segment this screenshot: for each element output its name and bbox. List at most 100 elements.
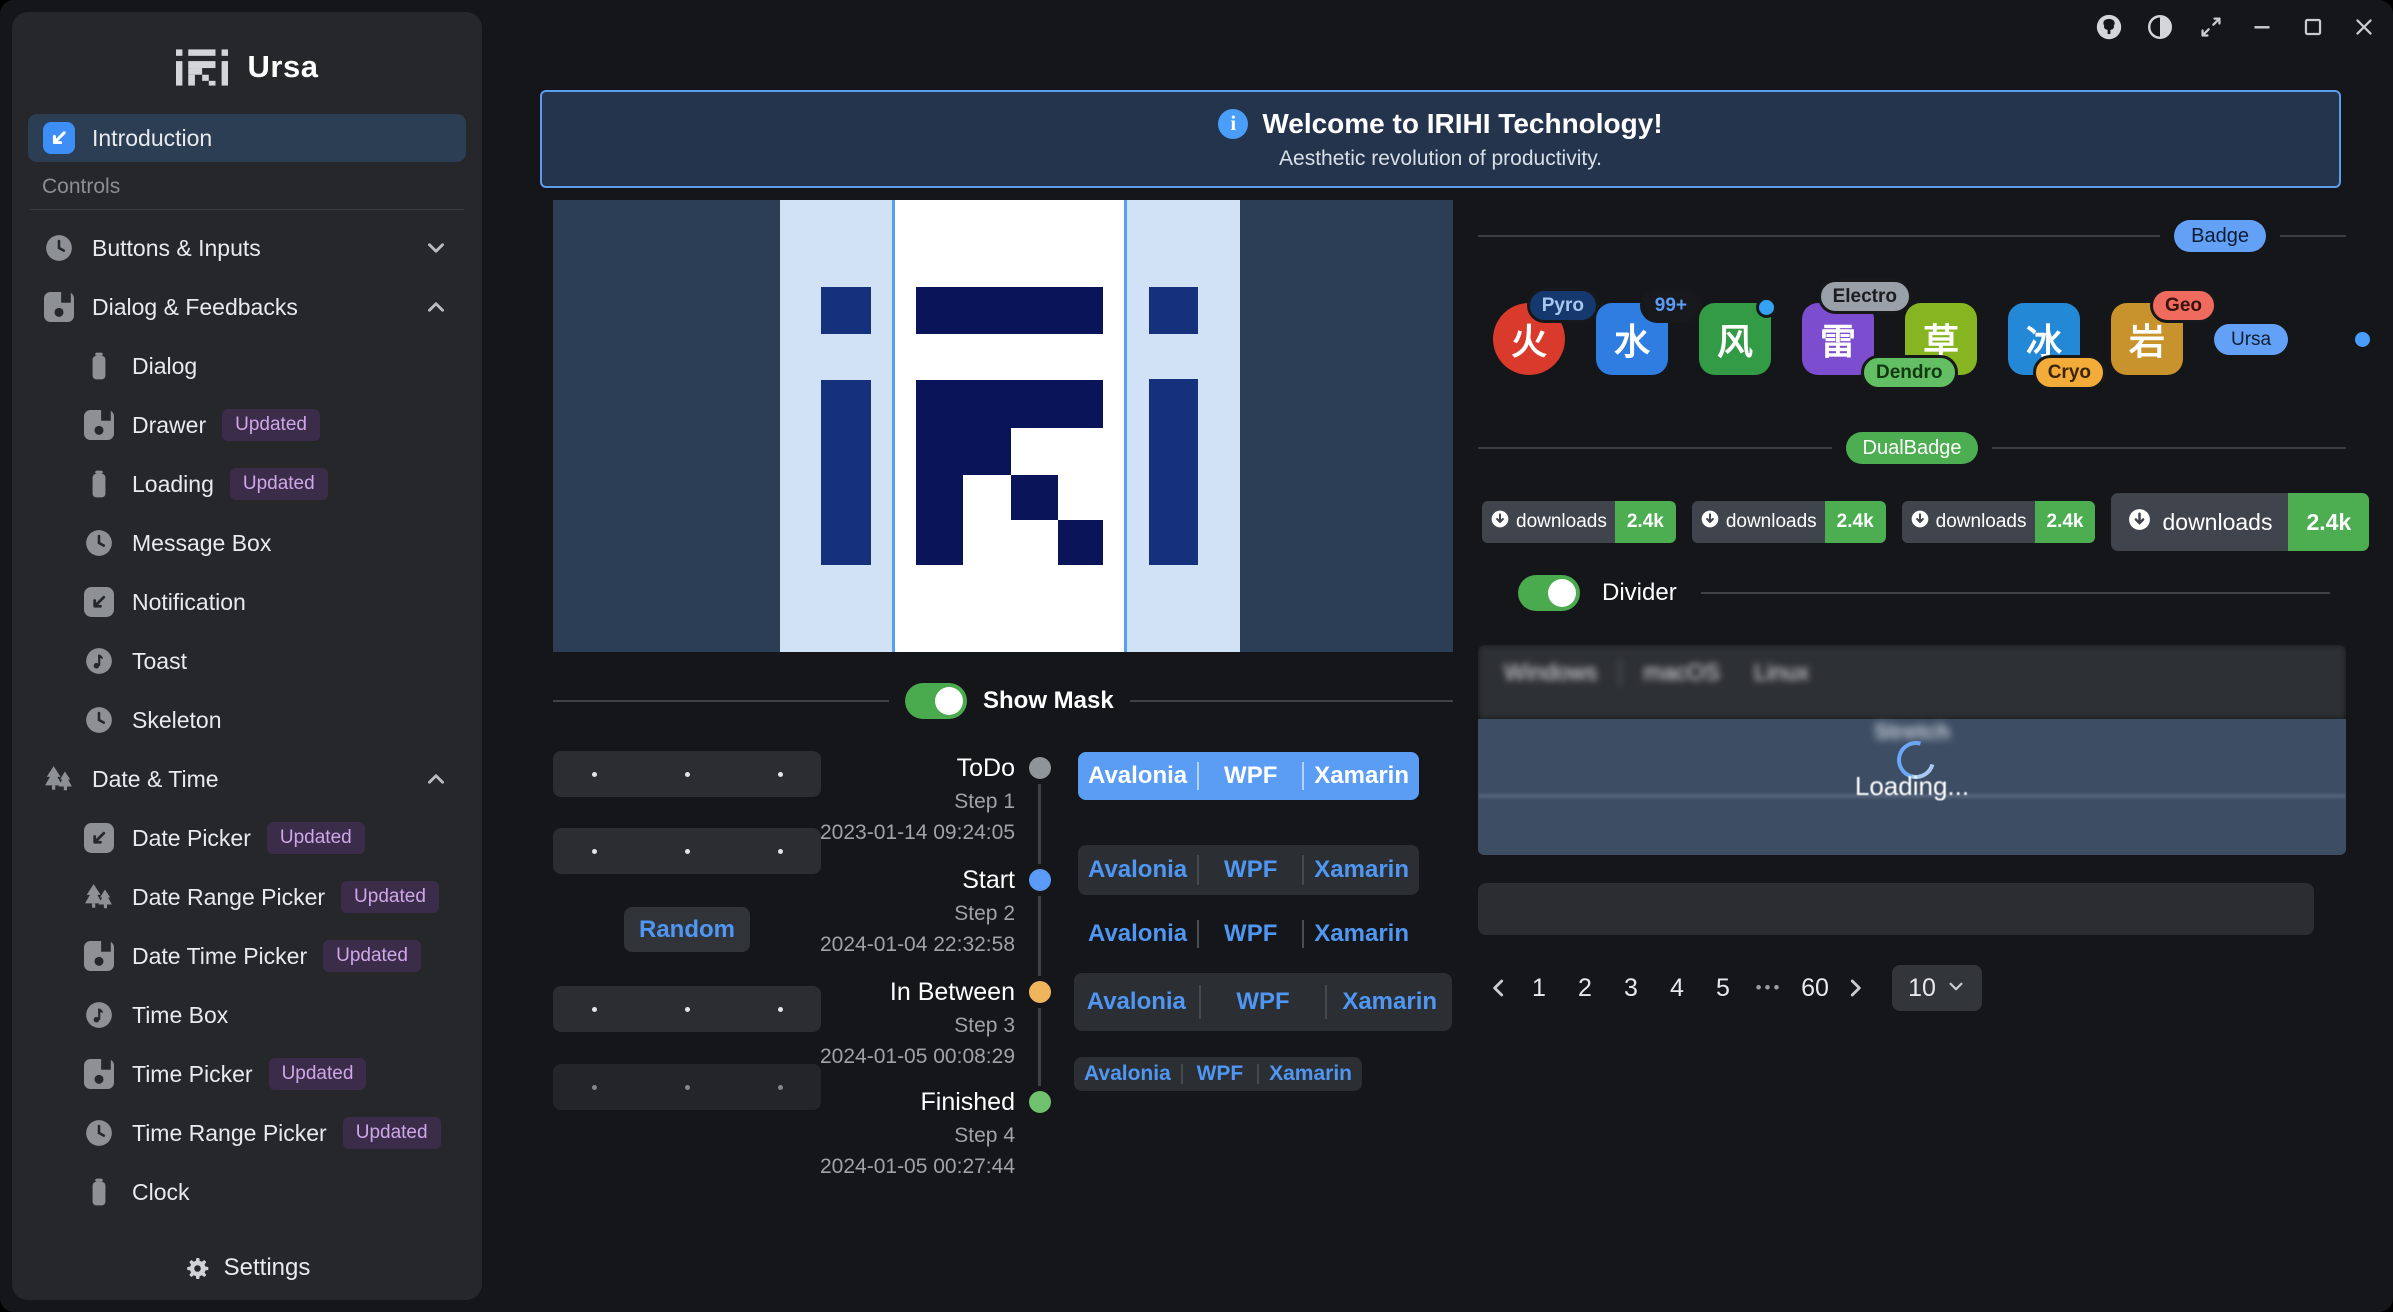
updated-badge: Updated xyxy=(267,822,365,854)
divider-toggle[interactable] xyxy=(1518,575,1580,611)
option-wpf[interactable]: WPF xyxy=(1199,856,1302,884)
option-xamarin[interactable]: Xamarin xyxy=(1327,988,1452,1016)
standalone-dot-badge xyxy=(2355,332,2370,347)
demo-grid: Random ToDoStep 12023-01-14 09:24:05Star… xyxy=(553,740,1460,1250)
battery-icon xyxy=(82,1175,116,1209)
downloads-label: downloads xyxy=(1726,511,1817,533)
sidebar-item-skeleton[interactable]: Skeleton xyxy=(28,696,466,744)
option-wpf[interactable]: WPF xyxy=(1201,988,1326,1016)
tab-windows[interactable]: Windows xyxy=(1494,655,1607,690)
theme-toggle-icon[interactable] xyxy=(2143,10,2177,44)
page-3[interactable]: 3 xyxy=(1608,974,1654,1003)
option-avalonia[interactable]: Avalonia xyxy=(1074,1062,1181,1086)
sidebar-item-label: Message Box xyxy=(132,530,271,557)
sidebar-item-label: Introduction xyxy=(92,125,212,152)
sidebar-item-label: Time Picker xyxy=(132,1061,253,1088)
page-1[interactable]: 1 xyxy=(1516,974,1562,1003)
page-size-dropdown[interactable]: 10 xyxy=(1892,965,1982,1011)
page-60[interactable]: 60 xyxy=(1792,974,1838,1003)
step-label: ToDo xyxy=(820,753,1015,783)
sidebar-item-toast[interactable]: Toast xyxy=(28,637,466,685)
option-avalonia[interactable]: Avalonia xyxy=(1078,856,1197,884)
chevron-up-icon xyxy=(424,767,452,791)
downloads-badge: downloads2.4k xyxy=(1902,501,2096,543)
step-time: 2023-01-14 09:24:05 xyxy=(820,821,1015,845)
step-dot xyxy=(1029,1091,1051,1113)
floppy-icon xyxy=(82,408,116,442)
option-xamarin[interactable]: Xamarin xyxy=(1259,1062,1362,1086)
chevron-down-icon xyxy=(1946,974,1966,1003)
sidebar-item-notification[interactable]: Notification xyxy=(28,578,466,626)
option-wpf[interactable]: WPF xyxy=(1199,762,1302,790)
updated-badge: Updated xyxy=(343,1117,441,1149)
sidebar-item-label: Date Picker xyxy=(132,825,251,852)
downloads-badge: downloads 2.4k xyxy=(1692,501,1886,543)
welcome-banner: i Welcome to IRIHI Technology! Aesthetic… xyxy=(540,90,2341,188)
arrow-square-icon xyxy=(82,821,116,855)
sidebar-item-loading[interactable]: LoadingUpdated xyxy=(28,460,466,508)
empty-input-bar[interactable] xyxy=(1478,883,2314,935)
chevron-right-icon[interactable] xyxy=(1838,975,1872,1001)
tab-macos[interactable]: macOS xyxy=(1633,655,1730,690)
downloads-count: 2.4k xyxy=(1615,501,1676,543)
updated-badge: Updated xyxy=(269,1058,367,1090)
random-button[interactable]: Random xyxy=(624,907,750,952)
page-5[interactable]: 5 xyxy=(1700,974,1746,1003)
option-wpf[interactable]: WPF xyxy=(1199,920,1302,948)
sidebar-item-date-time-picker[interactable]: Date Time PickerUpdated xyxy=(28,932,466,980)
sidebar-item-buttons-inputs[interactable]: Buttons & Inputs xyxy=(28,224,466,272)
titlebar xyxy=(2092,10,2381,44)
sidebar-item-introduction[interactable]: Introduction xyxy=(28,114,466,162)
github-icon[interactable] xyxy=(2092,10,2126,44)
option-xamarin[interactable]: Xamarin xyxy=(1304,762,1419,790)
irihi-logo-image xyxy=(553,200,1453,652)
option-avalonia[interactable]: Avalonia xyxy=(1078,762,1197,790)
page-2[interactable]: 2 xyxy=(1562,974,1608,1003)
date-input-disabled xyxy=(553,1064,821,1110)
page-ellipsis[interactable]: ••• xyxy=(1746,978,1792,998)
option-avalonia[interactable]: Avalonia xyxy=(1078,920,1197,948)
sidebar-item-time-picker[interactable]: Time Picker Updated xyxy=(28,1050,466,1098)
sidebar-item-date-range-picker[interactable]: Date Range PickerUpdated xyxy=(28,873,466,921)
option-xamarin[interactable]: Xamarin xyxy=(1304,920,1419,948)
downloads-count: 2.4k xyxy=(1825,501,1886,543)
step-sub: Step 4 xyxy=(820,1124,1015,1148)
badge-tile-: 冰Cryo xyxy=(2008,303,2080,375)
framework-group-3: AvaloniaWPFXamarin xyxy=(1078,910,1419,958)
sidebar-item-date-time[interactable]: Date & Time xyxy=(28,755,466,803)
sidebar-item-navigation-menus[interactable]: Navigation & Menus xyxy=(28,1227,466,1236)
date-input[interactable] xyxy=(553,986,821,1032)
sidebar-item-time-range-picker[interactable]: Time Range PickerUpdated xyxy=(28,1109,466,1157)
close-icon[interactable] xyxy=(2347,10,2381,44)
sidebar-item-time-box[interactable]: Time Box xyxy=(28,991,466,1039)
note-icon xyxy=(82,644,116,678)
step-time: 2024-01-05 00:27:44 xyxy=(820,1155,1015,1179)
option-xamarin[interactable]: Xamarin xyxy=(1304,856,1419,884)
sidebar-item-date-picker[interactable]: Date Picker Updated xyxy=(28,814,466,862)
sidebar-item-clock[interactable]: Clock xyxy=(28,1168,466,1216)
chevron-left-icon[interactable] xyxy=(1482,975,1516,1001)
date-input[interactable] xyxy=(553,828,821,874)
fullscreen-icon[interactable] xyxy=(2194,10,2228,44)
clock-icon xyxy=(82,526,116,560)
option-wpf[interactable]: WPF xyxy=(1183,1062,1257,1086)
divider-demo-row: Divider xyxy=(1518,575,2330,611)
divider-line xyxy=(553,700,889,702)
sidebar-item-label: Buttons & Inputs xyxy=(92,235,261,262)
minimize-icon[interactable] xyxy=(2245,10,2279,44)
banner-title: Welcome to IRIHI Technology! xyxy=(1262,108,1662,140)
page-4[interactable]: 4 xyxy=(1654,974,1700,1003)
date-input[interactable] xyxy=(553,751,821,797)
tab-linux[interactable]: Linux xyxy=(1744,655,1819,690)
option-avalonia[interactable]: Avalonia xyxy=(1074,988,1199,1016)
show-mask-toggle[interactable] xyxy=(905,683,967,719)
sidebar-item-dialog[interactable]: Dialog xyxy=(28,342,466,390)
settings-button[interactable]: Settings xyxy=(12,1236,482,1300)
battery-icon xyxy=(82,349,116,383)
badge-dendro: Dendro xyxy=(1861,355,1958,390)
sidebar-item-dialog-feedbacks[interactable]: Dialog & Feedbacks xyxy=(28,283,466,331)
sidebar-item-drawer[interactable]: DrawerUpdated xyxy=(28,401,466,449)
downloads-label: downloads xyxy=(1516,511,1607,533)
maximize-icon[interactable] xyxy=(2296,10,2330,44)
sidebar-item-message-box[interactable]: Message Box xyxy=(28,519,466,567)
